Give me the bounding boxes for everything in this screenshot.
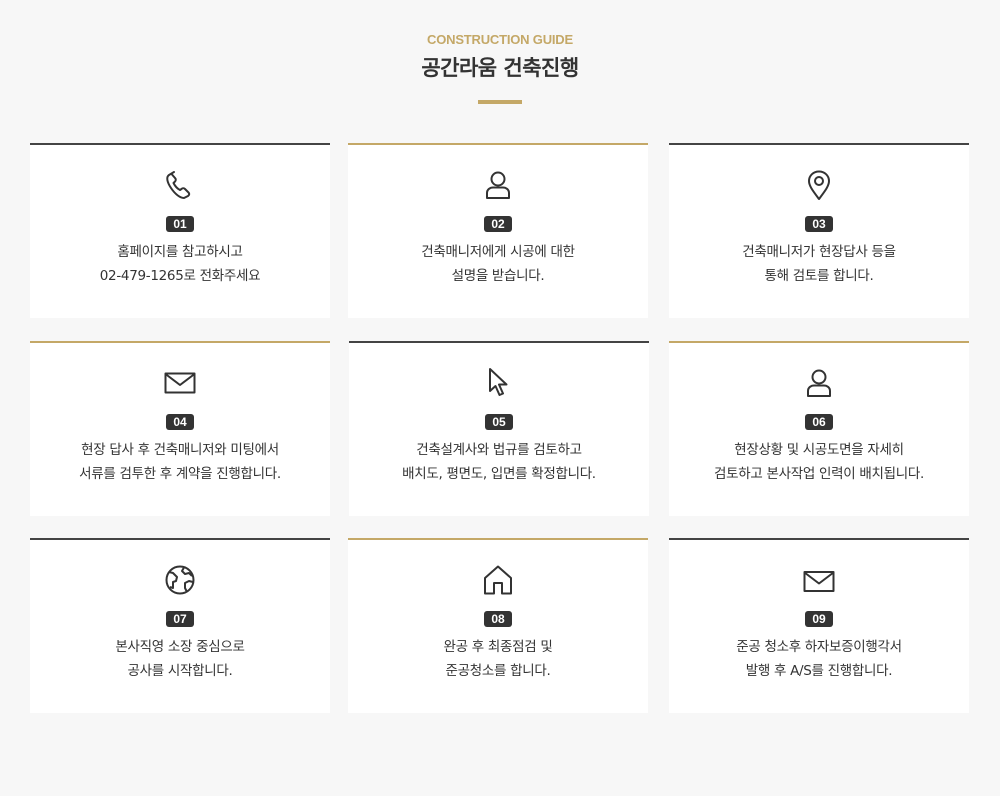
step-description: 본사직영 소장 중심으로 공사를 시작합니다. — [30, 635, 330, 683]
step-description-line1: 건축매니저가 현장답사 등을 — [742, 244, 896, 260]
cursor-icon — [483, 367, 515, 399]
section-eyebrow: CONSTRUCTION GUIDE — [427, 32, 573, 47]
step-description-line1: 완공 후 최종점검 및 — [443, 639, 553, 655]
section-header: CONSTRUCTION GUIDE 공간라움 건축진행 — [0, 0, 1000, 143]
step-description-line2: 공사를 시작합니다. — [127, 663, 233, 679]
step-number: 08 — [484, 611, 512, 627]
step-card-02: 02 건축매니저에게 시공에 대한 설명을 받습니다. — [348, 143, 648, 318]
mail-icon — [164, 367, 196, 399]
step-description-line2: 통해 검토를 합니다. — [764, 268, 874, 284]
step-description-line2: 서류를 검투한 후 계약을 진행합니다. — [79, 466, 281, 482]
step-description-line2: 배치도, 평면도, 입면를 확정합니다. — [402, 466, 596, 482]
step-card-03: 03 건축매니저가 현장답사 등을 통해 검토를 합니다. — [669, 143, 969, 318]
step-description: 준공 청소후 하자보증이행각서 발행 후 A/S를 진행합니다. — [669, 635, 969, 683]
title-underline — [478, 100, 522, 104]
step-description-line1: 준공 청소후 하자보증이행각서 — [736, 639, 902, 655]
step-description-line1: 건축매니저에게 시공에 대한 — [421, 244, 575, 260]
step-number: 05 — [485, 414, 513, 430]
step-description-line2: 설명을 받습니다. — [451, 268, 545, 284]
step-description-line1: 현장상황 및 시공도면을 자세히 — [734, 442, 904, 458]
step-description-line1: 홈페이지를 참고하시고 — [117, 244, 243, 260]
phone-icon — [164, 169, 196, 201]
step-description-line2: 검토하고 본사작업 인력이 배치됩니다. — [714, 466, 924, 482]
user-icon — [803, 367, 835, 399]
step-description-line1: 건축설계사와 법규를 검토하고 — [416, 442, 582, 458]
step-number: 07 — [166, 611, 194, 627]
user-icon — [482, 169, 514, 201]
step-card-05: 05 건축설계사와 법규를 검토하고 배치도, 평면도, 입면를 확정합니다. — [349, 341, 649, 516]
step-description: 건축매니저가 현장답사 등을 통해 검토를 합니다. — [669, 240, 969, 288]
step-card-06: 06 현장상황 및 시공도면을 자세히 검토하고 본사작업 인력이 배치됩니다. — [669, 341, 969, 516]
step-description: 현장상황 및 시공도면을 자세히 검토하고 본사작업 인력이 배치됩니다. — [669, 438, 969, 486]
step-card-07: 07 본사직영 소장 중심으로 공사를 시작합니다. — [30, 538, 330, 713]
step-description-line1: 현장 답사 후 건축매니저와 미팅에서 — [81, 442, 279, 458]
step-number: 09 — [805, 611, 833, 627]
section-title: 공간라움 건축진행 — [421, 56, 579, 80]
step-card-01: 01 홈페이지를 참고하시고 02-479-1265로 전화주세요 — [30, 143, 330, 318]
step-description: 건축설계사와 법규를 검토하고 배치도, 평면도, 입면를 확정합니다. — [349, 438, 649, 486]
step-card-09: 09 준공 청소후 하자보증이행각서 발행 후 A/S를 진행합니다. — [669, 538, 969, 713]
step-description-line1: 본사직영 소장 중심으로 — [115, 639, 245, 655]
step-description: 홈페이지를 참고하시고 02-479-1265로 전화주세요 — [30, 240, 330, 288]
step-description-line2: 발행 후 A/S를 진행합니다. — [745, 663, 893, 679]
step-description-line2: 02-479-1265로 전화주세요 — [99, 268, 261, 284]
step-card-08: 08 완공 후 최종점검 및 준공청소를 합니다. — [348, 538, 648, 713]
step-number: 06 — [805, 414, 833, 430]
step-description-line2: 준공청소를 합니다. — [445, 663, 551, 679]
globe-icon — [164, 564, 196, 596]
step-number: 01 — [166, 216, 194, 232]
step-card-04: 04 현장 답사 후 건축매니저와 미팅에서 서류를 검투한 후 계약을 진행합… — [30, 341, 330, 516]
step-description: 완공 후 최종점검 및 준공청소를 합니다. — [348, 635, 648, 683]
mail-icon — [803, 564, 835, 596]
home-icon — [482, 564, 514, 596]
step-description: 건축매니저에게 시공에 대한 설명을 받습니다. — [348, 240, 648, 288]
step-number: 02 — [484, 216, 512, 232]
step-description: 현장 답사 후 건축매니저와 미팅에서 서류를 검투한 후 계약을 진행합니다. — [30, 438, 330, 486]
map-pin-icon — [803, 169, 835, 201]
step-number: 03 — [805, 216, 833, 232]
step-number: 04 — [166, 414, 194, 430]
